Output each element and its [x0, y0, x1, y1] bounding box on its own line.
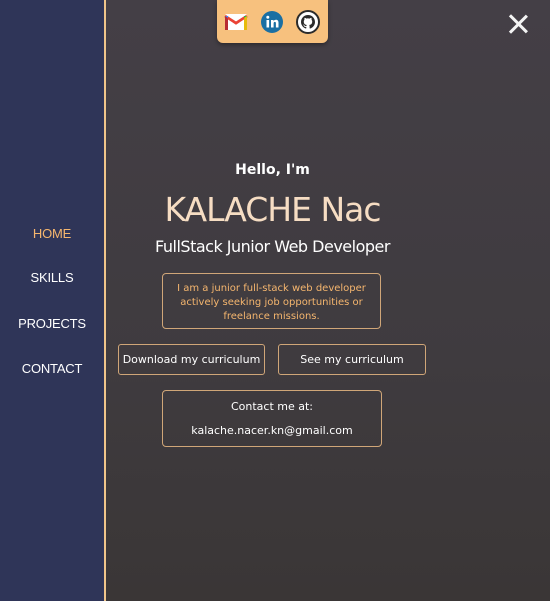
contact-box: Contact me at: kalache.nacer.kn@gmail.co… [162, 390, 382, 447]
close-icon[interactable] [504, 10, 532, 38]
contact-label: Contact me at: [230, 400, 314, 413]
job-title: FullStack Junior Web Developer [155, 237, 390, 256]
github-icon[interactable] [296, 10, 320, 34]
page-title: KALACHE Nac [164, 190, 381, 229]
nav-item-projects[interactable]: PROJECTS [0, 316, 104, 331]
download-curriculum-button[interactable]: Download my curriculum [118, 344, 265, 375]
gmail-icon[interactable] [224, 10, 248, 34]
greeting: Hello, I'm [235, 162, 310, 178]
main-panel: Hello, I'm KALACHE Nac FullStack Junior … [106, 0, 550, 601]
social-links-tray [217, 0, 328, 43]
bio-box: I am a junior full-stack web developer a… [162, 273, 381, 329]
linkedin-icon[interactable] [260, 10, 284, 34]
nav-item-contact[interactable]: CONTACT [0, 361, 104, 376]
bio-text: I am a junior full-stack web developer a… [177, 283, 366, 322]
sidebar: HOME SKILLS PROJECTS CONTACT [0, 0, 106, 601]
contact-email-link[interactable]: kalache.nacer.kn@gmail.com [163, 424, 381, 437]
nav-item-skills[interactable]: SKILLS [0, 270, 104, 285]
nav-item-home[interactable]: HOME [0, 226, 104, 241]
see-curriculum-button[interactable]: See my curriculum [278, 344, 426, 375]
